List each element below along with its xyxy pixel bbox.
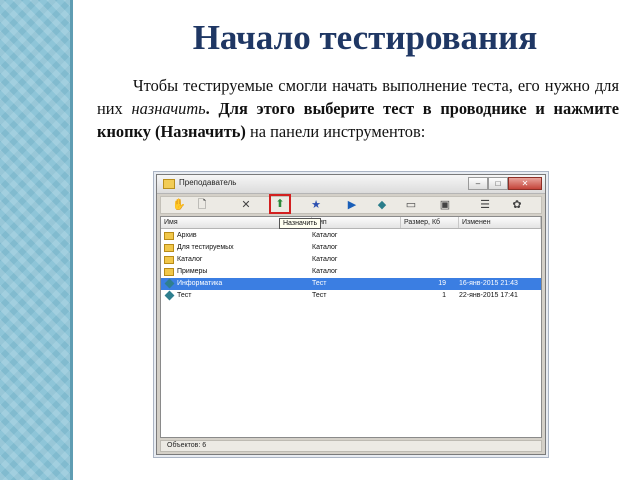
item-name: Тест xyxy=(177,292,192,299)
thumb-icon: ✋ xyxy=(172,199,186,211)
delete-button[interactable]: ✕ xyxy=(238,198,254,212)
report-button[interactable]: ☰ xyxy=(477,198,493,212)
list-item[interactable]: Примеры Каталог xyxy=(161,266,541,278)
column-type-header[interactable]: Тип xyxy=(312,217,401,228)
status-bar: Объектов: 6 xyxy=(160,440,542,452)
printer-icon: ▣ xyxy=(439,199,451,211)
file-list[interactable]: Имя Тип Размер, Кб Изменен АрхивКаталогД… xyxy=(160,216,542,438)
maximize-button[interactable]: □ xyxy=(488,177,508,190)
star-icon: ★ xyxy=(311,199,321,211)
list-item[interactable]: Каталог Каталог xyxy=(161,254,541,266)
window-title: Преподаватель xyxy=(179,178,237,187)
star-button[interactable]: ★ xyxy=(308,198,324,212)
item-type: Тест xyxy=(312,280,327,287)
close-button[interactable]: ✕ xyxy=(508,177,542,190)
slide-title: Начало тестирования xyxy=(192,18,538,57)
folder-icon xyxy=(164,256,174,264)
para-emphasis: назначить xyxy=(131,99,206,118)
para-button-name: (Назначить) xyxy=(155,122,246,141)
item-type: Каталог xyxy=(312,232,338,239)
folder-icon xyxy=(164,232,174,240)
assign-icon: ⬆ xyxy=(275,198,285,210)
item-type: Каталог xyxy=(312,268,338,275)
test-icon xyxy=(164,278,175,289)
list-header: Имя Тип Размер, Кб Изменен xyxy=(161,217,541,229)
item-size: 19 xyxy=(438,280,446,287)
list-item[interactable]: Тест Тест 1 22-янв-2015 17:41 xyxy=(161,290,541,302)
thumb-button[interactable]: ✋ xyxy=(171,198,187,212)
teacher-window: Преподаватель – □ ✕ ✋ 🗋 ✕ ⬆ ★ ▶ ◆ ▭ ▣ ☰ ✿ Назначит… xyxy=(156,174,546,455)
item-modified: 16-янв-2015 21:43 xyxy=(459,280,518,287)
delete-icon: ✕ xyxy=(241,199,251,211)
item-size: 1 xyxy=(442,292,446,299)
image-button[interactable]: ▭ xyxy=(403,198,419,212)
column-modified-header[interactable]: Изменен xyxy=(459,217,541,228)
item-type: Каталог xyxy=(312,256,338,263)
assign-tooltip: Назначить xyxy=(279,218,322,229)
play-button[interactable]: ▶ xyxy=(344,198,360,212)
assign-button[interactable]: ⬆ xyxy=(269,194,291,214)
folder-icon xyxy=(164,244,174,252)
report-icon: ☰ xyxy=(480,199,490,211)
test-icon xyxy=(164,290,175,301)
item-modified: 22-янв-2015 17:41 xyxy=(459,292,518,299)
para-text-3: на панели инструментов: xyxy=(245,122,426,141)
image-icon: ▭ xyxy=(405,199,417,211)
left-decorative-strip xyxy=(0,0,70,480)
printer-button[interactable]: ▣ xyxy=(437,198,453,212)
settings-button[interactable]: ✿ xyxy=(509,198,525,212)
strip-border xyxy=(70,0,73,480)
globe-icon: ◆ xyxy=(377,199,387,211)
window-titlebar: Преподаватель – □ ✕ xyxy=(157,175,545,194)
settings-icon: ✿ xyxy=(512,199,522,211)
item-name: Каталог xyxy=(177,256,203,263)
item-name: Примеры xyxy=(177,268,208,275)
item-name: Для тестируемых xyxy=(177,244,234,251)
globe-button[interactable]: ◆ xyxy=(374,198,390,212)
folder-icon xyxy=(164,268,174,276)
new-document-icon: 🗋 xyxy=(197,199,207,211)
item-type: Тест xyxy=(312,292,327,299)
toolbar: ✋ 🗋 ✕ ⬆ ★ ▶ ◆ ▭ ▣ ☰ ✿ xyxy=(160,194,542,214)
folder-icon xyxy=(163,179,175,189)
item-name: Архив xyxy=(177,232,197,239)
instruction-paragraph: Чтобы тестируемые смогли начать выполнен… xyxy=(97,74,619,143)
list-item[interactable]: Для тестируемых Каталог xyxy=(161,242,541,254)
item-name: Информатика xyxy=(177,280,223,287)
play-icon: ▶ xyxy=(347,199,357,211)
item-type: Каталог xyxy=(312,244,338,251)
list-item[interactable]: Информатика Тест 19 16-янв-2015 21:43 xyxy=(161,278,541,290)
list-item[interactable]: Архив Каталог xyxy=(161,230,541,242)
new-document-button[interactable]: 🗋 xyxy=(194,198,210,212)
minimize-button[interactable]: – xyxy=(468,177,488,190)
column-size-header[interactable]: Размер, Кб xyxy=(401,217,459,228)
